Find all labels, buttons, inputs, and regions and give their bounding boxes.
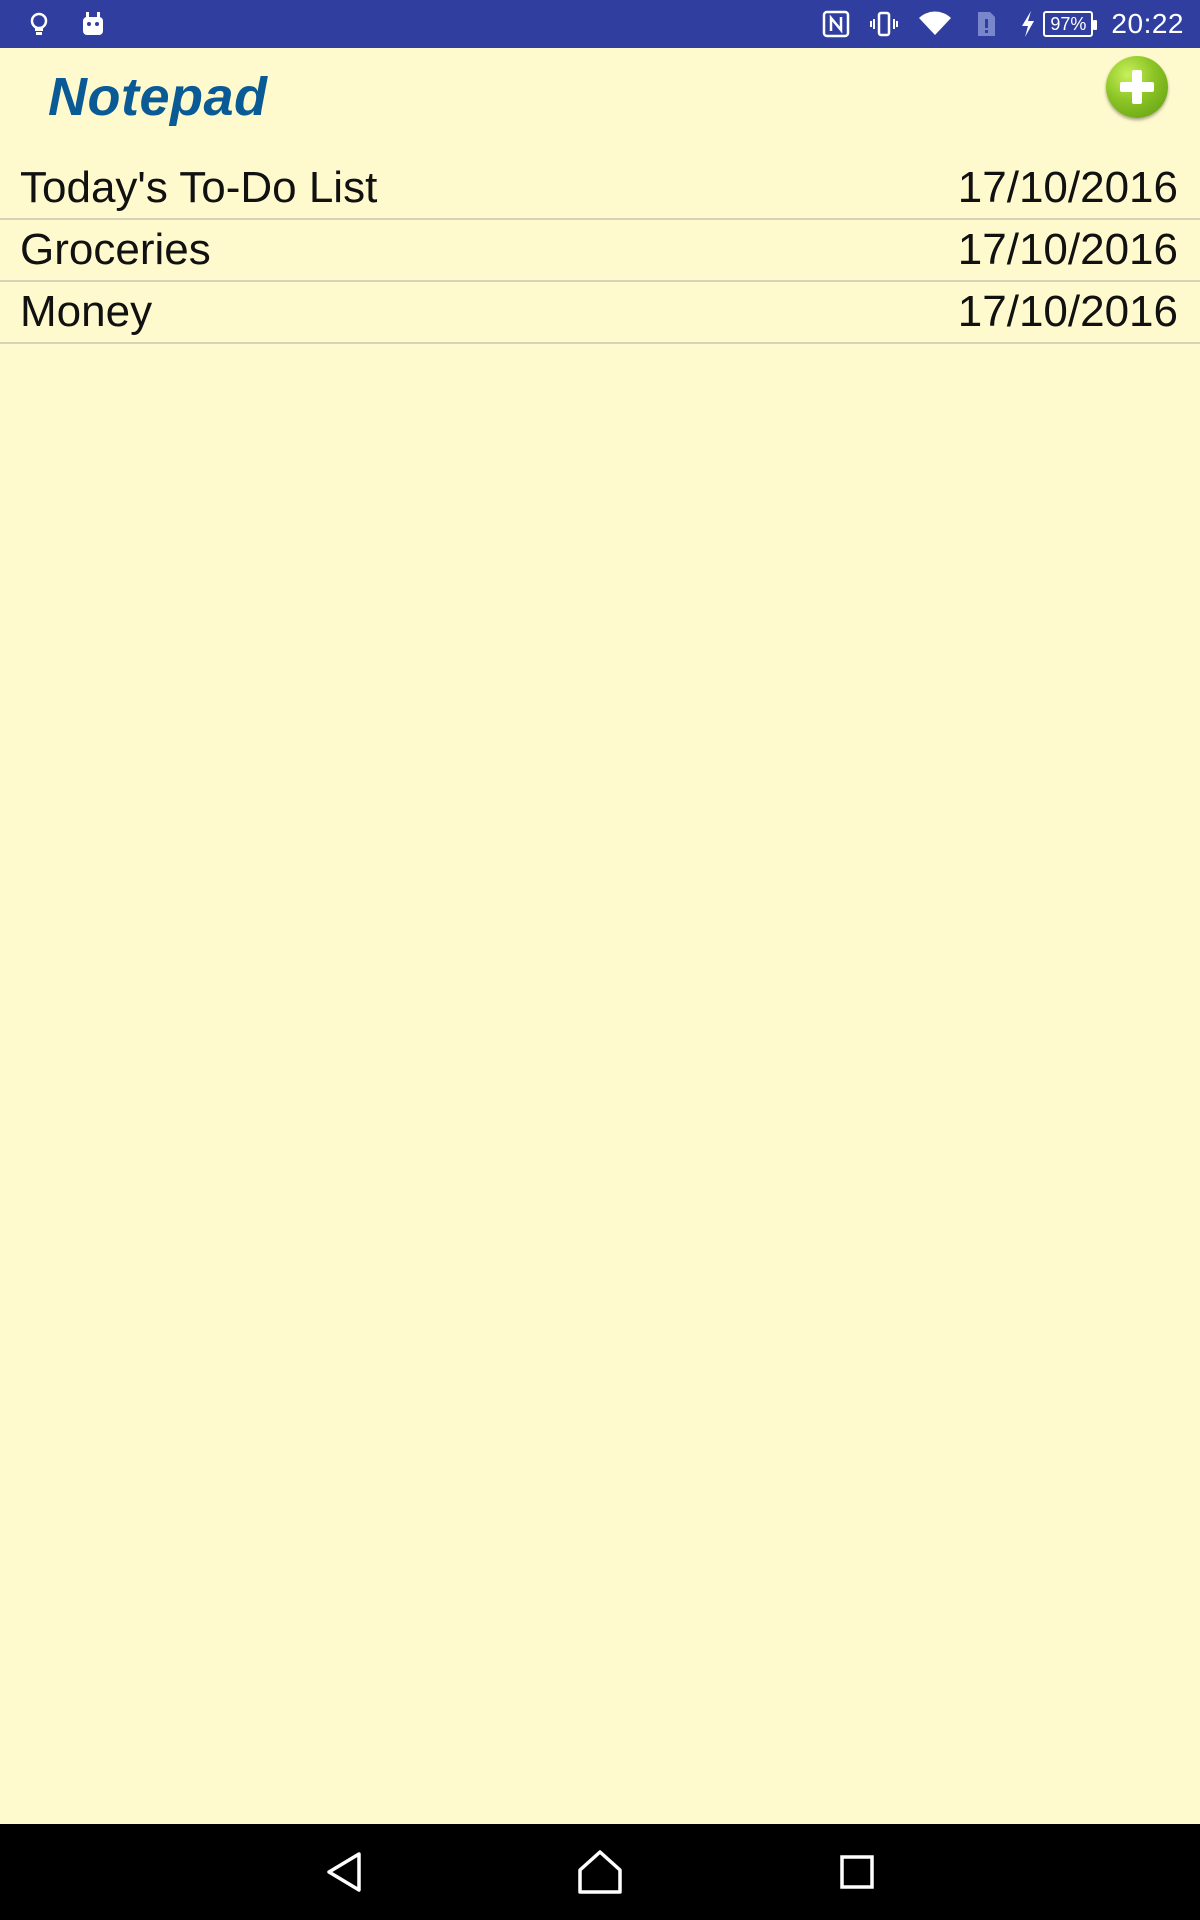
note-title: Money bbox=[20, 287, 153, 336]
list-item[interactable]: Today's To-Do List 17/10/2016 bbox=[0, 158, 1200, 220]
status-right-icons: 97% 20:22 bbox=[821, 0, 1184, 48]
android-icon bbox=[78, 9, 108, 39]
recents-button[interactable] bbox=[827, 1842, 887, 1902]
bulb-icon bbox=[24, 9, 54, 39]
note-date: 17/10/2016 bbox=[957, 225, 1178, 274]
back-button[interactable] bbox=[315, 1842, 375, 1902]
wifi-icon bbox=[917, 9, 953, 39]
vibrate-icon bbox=[869, 9, 899, 39]
app-title: Notepad bbox=[48, 67, 268, 127]
nfc-icon bbox=[821, 9, 851, 39]
list-item[interactable]: Money 17/10/2016 bbox=[0, 282, 1200, 344]
home-icon bbox=[578, 1850, 622, 1894]
home-button[interactable] bbox=[570, 1842, 630, 1902]
status-left-icons bbox=[24, 8, 108, 40]
note-title: Today's To-Do List bbox=[20, 163, 378, 212]
add-note-button[interactable] bbox=[1106, 56, 1168, 118]
battery-icon: 97% bbox=[1043, 11, 1098, 37]
battery-level: 97% bbox=[1050, 14, 1087, 34]
list-item[interactable]: Groceries 17/10/2016 bbox=[0, 220, 1200, 282]
note-date: 17/10/2016 bbox=[957, 287, 1178, 336]
status-time: 20:22 bbox=[1111, 8, 1184, 39]
status-bar: 97% 20:22 bbox=[0, 0, 1200, 48]
note-date: 17/10/2016 bbox=[957, 163, 1178, 212]
recents-icon bbox=[840, 1855, 874, 1889]
note-title: Groceries bbox=[20, 225, 211, 274]
notes-list: Today's To-Do List 17/10/2016 Groceries … bbox=[0, 158, 1200, 344]
sim-alert-icon bbox=[971, 9, 1001, 39]
app-bar: Notepad bbox=[0, 48, 1200, 158]
navigation-bar bbox=[0, 1824, 1200, 1920]
charging-icon bbox=[1019, 9, 1037, 39]
back-icon bbox=[327, 1852, 361, 1892]
